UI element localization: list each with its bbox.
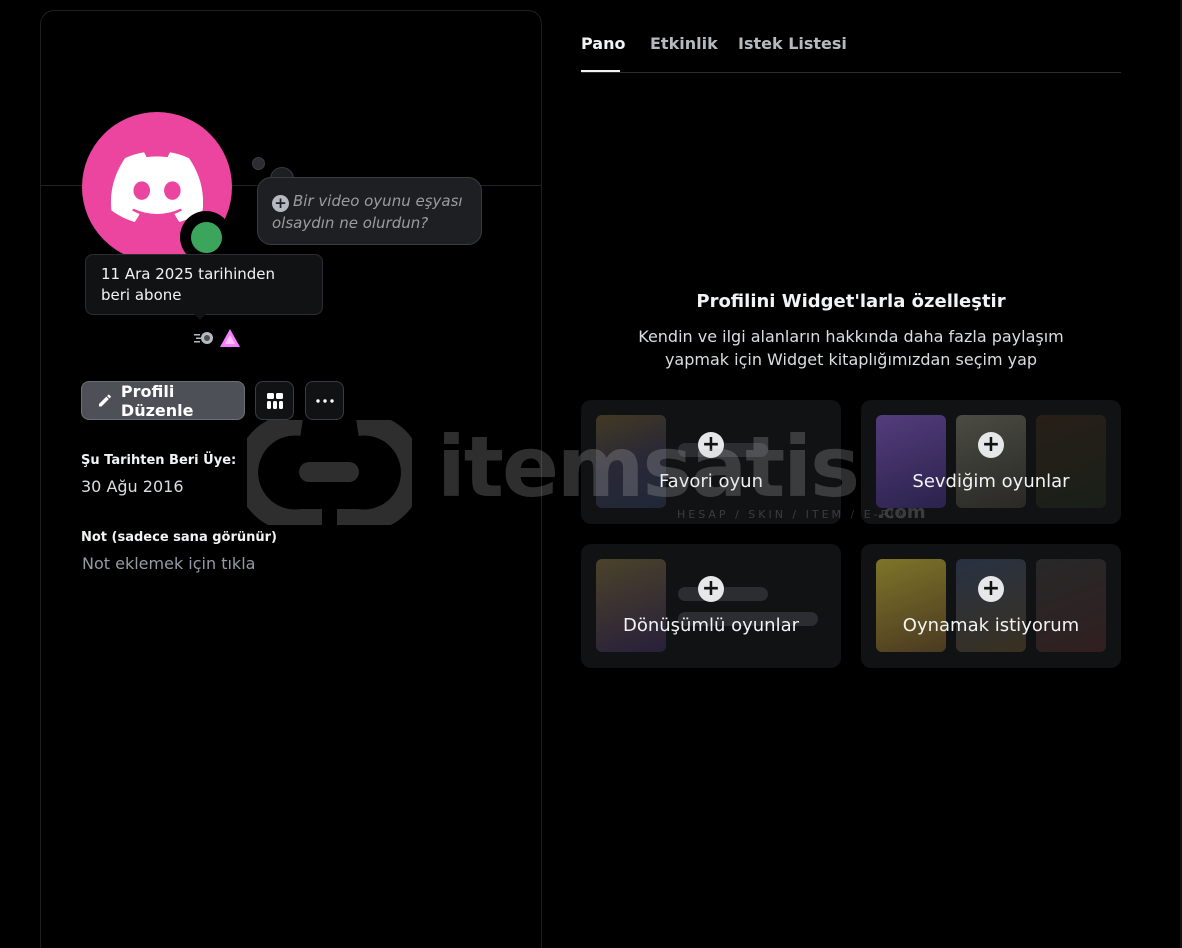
thought-dot-small — [252, 157, 265, 170]
add-widget-icon: + — [698, 432, 724, 458]
game-thumbnail — [876, 559, 946, 652]
game-thumbnail — [1036, 559, 1106, 652]
game-thumbnail — [956, 415, 1026, 508]
more-options-button[interactable] — [305, 381, 344, 420]
widgets-subtitle: Kendin ve ilgi alanların hakkında daha f… — [581, 325, 1121, 371]
pencil-icon — [98, 394, 111, 407]
online-status-dot — [190, 221, 222, 253]
profile-tabs: Pano Etkinlik Istek Listesi — [581, 34, 1121, 73]
game-thumbnail — [956, 559, 1026, 652]
nitro-badge-icon[interactable] — [193, 331, 215, 345]
widgets-subtitle-line2: yapmak için Widget kitaplığımızdan seçim… — [664, 350, 1038, 369]
widget-card-label: Sevdiğim oyunlar — [912, 471, 1070, 492]
add-icon: + — [272, 195, 289, 212]
discord-logo-icon — [111, 152, 203, 222]
note-input[interactable]: Not eklemek için tıkla — [82, 554, 255, 573]
widget-card-label: Oynamak istiyorum — [902, 615, 1080, 636]
profile-panel: + Bir video oyunu eşyası olsaydın ne olur… — [40, 10, 542, 948]
widget-card-want-to-play[interactable]: + Oynamak istiyorum — [861, 544, 1121, 668]
add-widget-icon: + — [978, 432, 1004, 458]
tooltip-arrow — [194, 314, 206, 320]
subscription-tooltip: 11 Ara 2025 tarihinden beri abone — [85, 254, 323, 315]
widgets-subtitle-line1: Kendin ve ilgi alanların hakkında daha f… — [638, 327, 1064, 346]
boost-badge-icon[interactable] — [219, 328, 241, 348]
tab-etkinlik[interactable]: Etkinlik — [650, 34, 718, 53]
game-thumbnail — [596, 559, 666, 652]
member-since-label: Şu Tarihten Beri Üye: — [81, 453, 237, 468]
active-tab-indicator — [581, 70, 620, 72]
edit-profile-button[interactable]: Profili Düzenle — [81, 381, 245, 420]
member-since-value: 30 Ağu 2016 — [81, 477, 184, 496]
more-icon — [315, 398, 334, 403]
game-thumbnail — [596, 415, 666, 508]
tab-pano[interactable]: Pano — [581, 34, 625, 53]
game-thumbnail — [1036, 415, 1106, 508]
widget-card-rotating-games[interactable]: + Dönüşümlü oyunlar — [581, 544, 841, 668]
add-widget-icon: + — [978, 576, 1004, 602]
widget-card-label: Favori oyun — [658, 471, 763, 492]
add-widget-icon: + — [698, 576, 724, 602]
tab-istek-listesi[interactable]: Istek Listesi — [738, 34, 847, 53]
widget-card-label: Dönüşümlü oyunlar — [622, 615, 800, 636]
edit-profile-label: Profili Düzenle — [120, 381, 194, 420]
thought-bubble-text: Bir video oyunu eşyası olsaydın ne olurd… — [272, 192, 463, 232]
note-label: Not (sadece sana görünür) — [81, 530, 278, 545]
widgets-icon — [266, 392, 283, 409]
widget-card-favorite-game[interactable]: + Favori oyun — [581, 400, 841, 524]
game-thumbnail — [876, 415, 946, 508]
custom-status-bubble[interactable]: + Bir video oyunu eşyası olsaydın ne olur… — [257, 177, 482, 245]
widgets-title: Profilini Widget'larla özelleştir — [696, 291, 1006, 312]
widgets-button[interactable] — [255, 381, 294, 420]
widget-card-favorite-games[interactable]: + Sevdiğim oyunlar — [861, 400, 1121, 524]
